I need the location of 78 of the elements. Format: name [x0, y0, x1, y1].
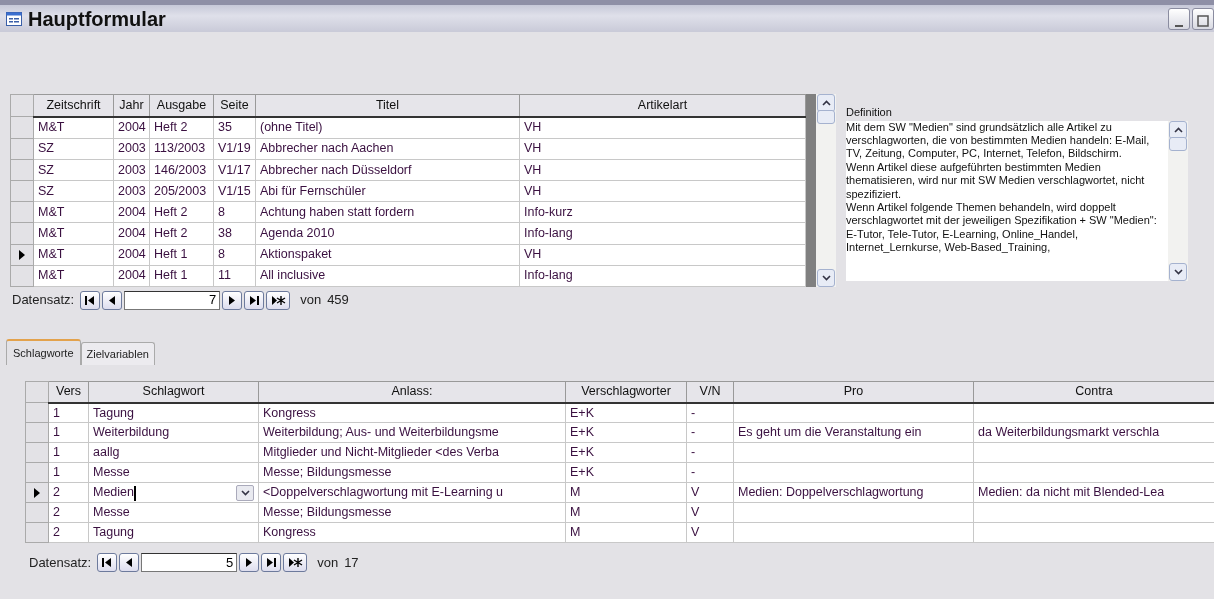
table-cell: (ohne Titel) — [255, 116, 520, 139]
new-record-icon — [287, 555, 303, 569]
tab[interactable]: Zielvariablen — [80, 341, 155, 365]
column-header[interactable]: Ausgabe — [149, 94, 214, 117]
column-header[interactable]: Titel — [255, 94, 520, 117]
column-header[interactable]: Schlagwort — [88, 381, 259, 403]
last-record-button[interactable] — [244, 290, 265, 310]
form-icon — [6, 11, 22, 26]
scrollbar[interactable] — [1168, 120, 1188, 281]
column-header[interactable]: Jahr — [113, 94, 150, 117]
column-header[interactable]: Artikelart — [519, 94, 806, 117]
window-title: Hauptformular — [28, 6, 166, 32]
table-cell: Abi für Fernschüler — [255, 180, 520, 202]
new-record-icon — [270, 293, 286, 307]
current-row-icon — [18, 249, 26, 260]
row-selector[interactable] — [25, 482, 49, 503]
maximize-button[interactable] — [1192, 7, 1214, 30]
tab[interactable]: Schlagworte — [6, 338, 81, 365]
skip-back-icon — [84, 293, 97, 307]
previous-record-button[interactable] — [119, 552, 140, 572]
table-cell: Achtung haben statt fordern — [255, 201, 520, 223]
select-all-corner[interactable] — [10, 94, 34, 117]
column-header[interactable]: Zeitschrift — [33, 94, 114, 117]
record-number-field[interactable]: 5 — [141, 552, 238, 572]
new-record-button[interactable] — [266, 290, 291, 310]
minimize-icon — [1175, 25, 1183, 28]
table-cell: VH — [519, 180, 806, 202]
record-of-label: von — [300, 291, 322, 310]
record-label: Datensatz: — [29, 553, 92, 572]
table-cell: VH — [519, 116, 806, 139]
field-label: Definition — [846, 105, 893, 120]
column-header[interactable]: Seite — [213, 94, 256, 117]
table-cell: Info-kurz — [519, 201, 806, 223]
record-number-field[interactable]: 7 — [124, 290, 221, 310]
dropdown-button[interactable] — [236, 485, 254, 502]
table-cell: Aktionspaket — [255, 244, 520, 266]
table-cell: Info-lang — [519, 222, 806, 245]
last-record-button[interactable] — [261, 552, 282, 572]
record-count: 17 — [344, 553, 359, 572]
chevron-down-icon — [1173, 268, 1183, 275]
next-record-button[interactable] — [239, 552, 260, 572]
table-cell: Abbrecher nach Aachen — [255, 138, 520, 160]
column-header[interactable]: Vers — [48, 381, 89, 403]
previous-record-button[interactable] — [102, 290, 123, 310]
maximize-icon — [1197, 15, 1209, 28]
first-record-button[interactable] — [97, 552, 118, 572]
chevron-up-icon — [1173, 126, 1183, 133]
column-header[interactable]: Pro — [733, 381, 974, 403]
column-header[interactable]: Anlass: — [258, 381, 566, 403]
scrollbar[interactable] — [816, 94, 836, 287]
table-cell: Abbrecher nach Düsseldorf — [255, 159, 520, 181]
scroll-thumb[interactable] — [817, 110, 835, 124]
new-record-button[interactable] — [283, 552, 308, 572]
skip-forward-icon — [265, 555, 278, 569]
next-record-button[interactable] — [222, 290, 243, 310]
skip-forward-icon — [248, 293, 261, 307]
chevron-up-icon — [821, 100, 831, 106]
table-cell: VH — [519, 244, 806, 266]
table-cell: All inclusive — [255, 265, 520, 287]
chevron-down-icon — [240, 490, 250, 497]
record-of-label: von — [317, 553, 339, 572]
table-cell: VH — [519, 138, 806, 160]
row-selector[interactable] — [10, 244, 34, 266]
first-record-button[interactable] — [80, 290, 101, 310]
minimize-button[interactable] — [1168, 7, 1190, 30]
chevron-down-icon — [821, 275, 831, 281]
column-header[interactable]: Verschlagworter — [565, 381, 687, 403]
skip-back-icon — [101, 555, 114, 569]
table-cell: Kongress — [258, 402, 566, 423]
current-row-icon — [33, 488, 41, 499]
table-cell: VH — [519, 159, 806, 181]
record-label: Datensatz: — [12, 291, 75, 310]
record-count: 459 — [327, 291, 349, 310]
column-header[interactable]: V/N — [686, 381, 734, 403]
column-header[interactable]: Contra — [973, 381, 1214, 403]
table-cell: Agenda 2010 — [255, 222, 520, 245]
select-all-corner[interactable] — [25, 381, 49, 403]
table-cell: Info-lang — [519, 265, 806, 287]
